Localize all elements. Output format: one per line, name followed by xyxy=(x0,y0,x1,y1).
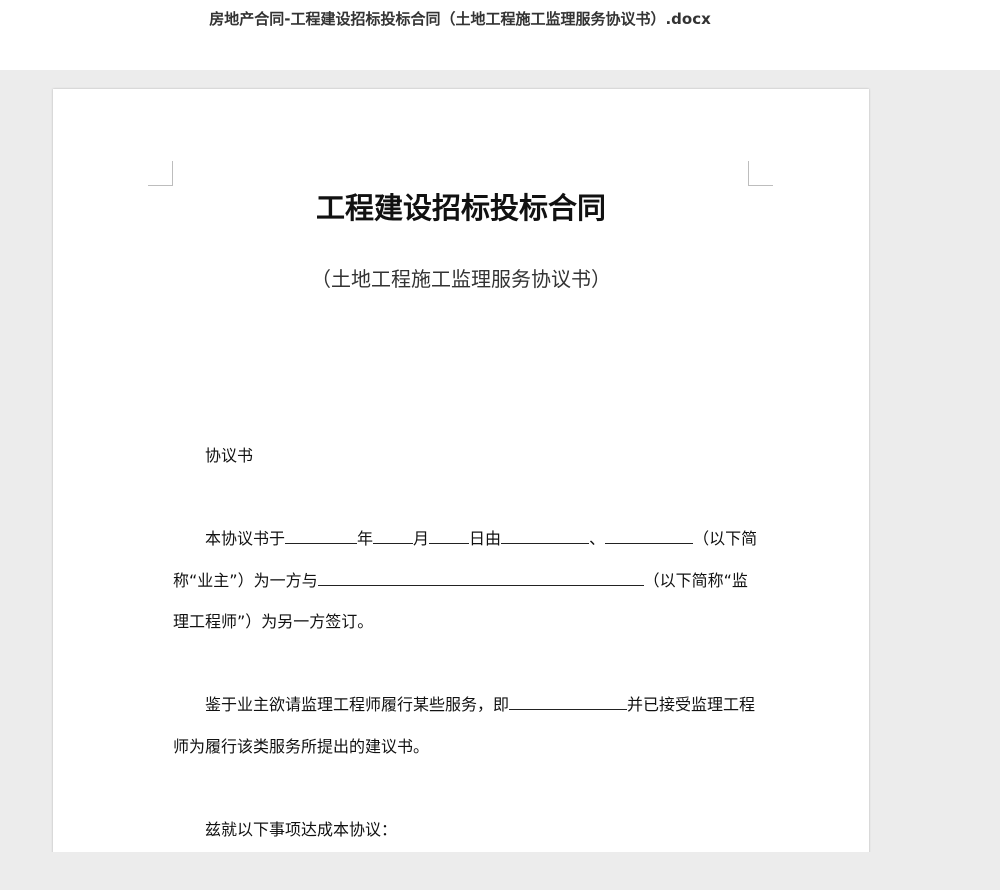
section-label: 协议书 xyxy=(205,446,254,465)
margin-corner-mark-left xyxy=(148,161,173,186)
text-segment: 本协议书于 xyxy=(205,529,286,548)
document-title: 房地产合同-工程建设招标投标合同（土地工程施工监理服务协议书）.docx xyxy=(209,10,711,28)
document-page[interactable]: 工程建设招标投标合同 （土地工程施工监理服务协议书） 协议书 本协议书于 年 月 日由… xyxy=(53,89,869,859)
text-segment: （以下简 xyxy=(693,529,758,548)
document-subheading: （土地工程施工监理服务协议书） xyxy=(311,267,611,291)
text-segment: 鉴于业主欲请监理工程师履行某些服务，即 xyxy=(205,695,510,714)
paragraph-1-line-3: 理工程师”）为另一方签订。 xyxy=(173,612,374,631)
paragraph-1-line-2: 称“业主”）为一方与 （以下简称“监 xyxy=(173,567,748,591)
date-year-blank xyxy=(285,529,358,544)
text-segment: 并已接受监理工程 xyxy=(627,695,756,714)
title-bar: 房地产合同-工程建设招标投标合同（土地工程施工监理服务协议书）.docx xyxy=(0,0,1000,70)
date-day-blank xyxy=(429,529,470,544)
bottom-bar xyxy=(0,852,1000,890)
paragraph-2-line-2: 师为履行该类服务所提出的建议书。 xyxy=(173,737,430,756)
text-segment: 称“业主”）为一方与 xyxy=(173,571,318,590)
paragraph-1-line-1: 本协议书于 年 月 日由 、 （以下简 xyxy=(205,525,757,549)
paragraph-3: 兹就以下事项达成本协议： xyxy=(205,820,398,839)
engineer-name-blank xyxy=(317,571,644,586)
date-month-blank xyxy=(373,529,414,544)
paragraph-2-line-1: 鉴于业主欲请监理工程师履行某些服务，即 并已接受监理工程 xyxy=(205,691,755,715)
text-segment: 年 xyxy=(357,529,374,548)
party-blank-2 xyxy=(605,529,694,544)
text-segment: 日由 xyxy=(469,529,502,548)
margin-corner-mark-right xyxy=(748,161,773,186)
text-segment: （以下简称“监 xyxy=(643,571,748,590)
text-segment: 、 xyxy=(589,529,606,548)
text-segment: 月 xyxy=(413,529,430,548)
services-blank xyxy=(509,695,628,710)
party-blank-1 xyxy=(501,529,590,544)
document-heading: 工程建设招标投标合同 xyxy=(315,191,606,225)
